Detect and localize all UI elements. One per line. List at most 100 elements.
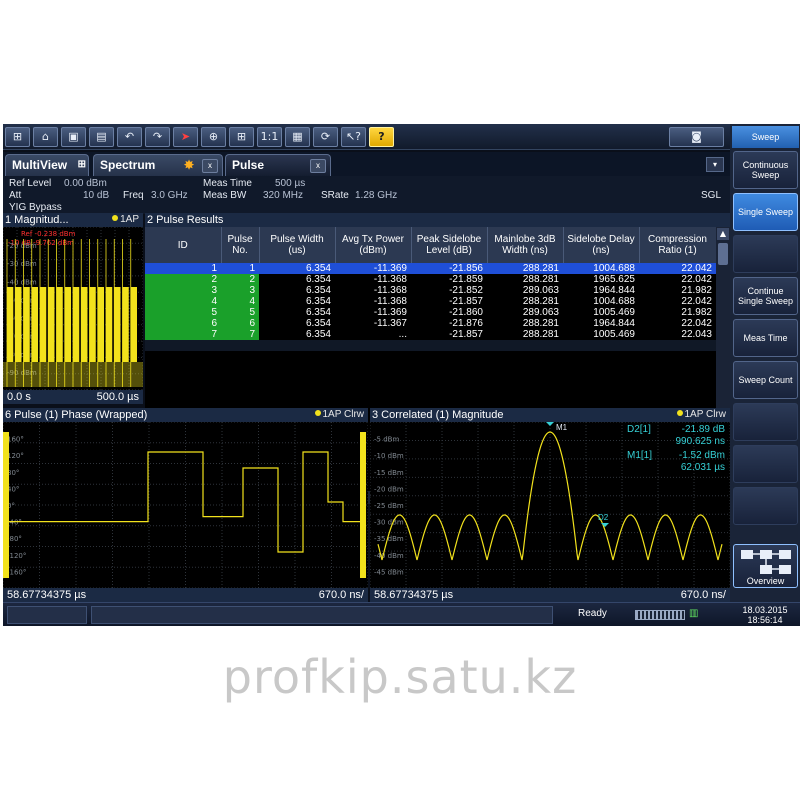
undo-icon[interactable]: ↶ xyxy=(117,127,142,147)
tab-spectrum-close-button[interactable]: x xyxy=(202,159,218,173)
pulse-burst xyxy=(56,287,63,362)
pane-correlated-title-text: 3 Correlated (1) Magnitude xyxy=(372,409,504,421)
softkey-sweep-count[interactable]: Sweep Count xyxy=(733,361,798,399)
table-cell: 1004.688 xyxy=(563,263,639,274)
tab-pulse-close-button[interactable]: x xyxy=(310,159,326,173)
table-cell: -11.369 xyxy=(335,263,411,274)
status-ready: Ready xyxy=(578,608,607,619)
softkey-continuous-sweep[interactable]: Continuous Sweep xyxy=(733,151,798,189)
tab-pulse-label: Pulse xyxy=(232,158,265,172)
save-icon[interactable]: ▣ xyxy=(61,127,86,147)
column-header[interactable]: Pulse No. xyxy=(221,227,260,263)
camera-icon[interactable]: ◙ xyxy=(669,127,724,147)
softkey-blank-2[interactable] xyxy=(733,403,798,441)
table-cell: 5 xyxy=(221,307,259,318)
print-icon[interactable]: ▤ xyxy=(89,127,114,147)
network-icon: ▥ xyxy=(689,608,699,619)
phase-x-end: 670.0 ns/ xyxy=(318,589,364,601)
pane-magnitude-title[interactable]: 1 Magnitud... 1AP xyxy=(3,213,143,227)
column-header[interactable]: Mainlobe 3dB Width (ns) xyxy=(487,227,564,263)
scroll-up-icon[interactable]: ▲ xyxy=(717,228,729,240)
table-cell: -21.859 xyxy=(449,274,483,285)
softkey-meas-time[interactable]: Meas Time xyxy=(733,319,798,357)
table-row[interactable]: 3 3 6.354 -11.368 -21.852 289.063 1964.844 21.9… xyxy=(145,285,716,296)
column-header[interactable]: Sidelobe Delay (ns) xyxy=(563,227,640,263)
display-icon[interactable]: ▦ xyxy=(285,127,310,147)
column-header[interactable]: Compression Ratio (1) xyxy=(639,227,717,263)
pulse-burst xyxy=(89,287,96,362)
table-cell: -21.857 xyxy=(449,296,483,307)
table-cell: 22.042 xyxy=(681,296,712,307)
table-cell: 6 xyxy=(145,318,221,329)
table-header-row: ID Pulse No. Pulse Width (us) Avg Tx Power … xyxy=(145,227,717,263)
magnitude-plot[interactable]: Ref -0.238 dBm -10 dB -9.762 dBm -20 dBm -3… xyxy=(3,227,143,390)
table-cell: 3 xyxy=(145,285,221,296)
zoom-1to1-icon[interactable]: 1:1 xyxy=(257,127,282,147)
pane-phase-title[interactable]: 6 Pulse (1) Phase (Wrapped) 1AP Clrw xyxy=(3,408,368,422)
table-row[interactable]: 7 7 6.354... -21.857 288.281 1005.469 22.043 xyxy=(145,329,716,340)
pane-magnitude-footer: 0.0 s 500.0 µs xyxy=(3,390,143,404)
softkey-blank-3[interactable] xyxy=(733,445,798,483)
table-row[interactable]: 4 4 6.354 -11.368 -21.857 288.281 1004.688 22.0… xyxy=(145,296,716,307)
table-row[interactable]: 5 5 6.354 -11.369 -21.860 289.063 1005.469 21.9… xyxy=(145,307,716,318)
zoom-icon[interactable]: ⊕ xyxy=(201,127,226,147)
pulse-results-table[interactable]: ID Pulse No. Pulse Width (us) Avg Tx Power … xyxy=(145,227,717,351)
table-cell: 288.281 xyxy=(522,329,559,340)
softkey-blank-1[interactable] xyxy=(733,235,798,273)
analyzer-screen: ⊞ ⌂ ▣ ▤ ↶ ↷ ➤ ⊕ ⊞ 1:1 ▦ ⟳ ↖? ? ◙ MultiVi… xyxy=(3,124,800,626)
table-row[interactable]: 2 2 6.354 -11.368 -21.859 288.281 1965.625 22.0… xyxy=(145,274,716,285)
table-cell: 288.281 xyxy=(487,263,563,274)
softkey-menu-title[interactable]: Sweep xyxy=(732,126,799,148)
att-label: Att xyxy=(9,190,22,201)
table-row[interactable]: 6 6 6.354 -11.367 -21.876 288.281 1964.844 22.0… xyxy=(145,318,716,329)
pane-correlated-title[interactable]: 3 Correlated (1) Magnitude 1AP Clrw xyxy=(370,408,730,422)
y-axis-tick-label: -20 dBm xyxy=(374,485,404,493)
trace-dot-icon xyxy=(112,215,119,221)
table-cell: 6.354 xyxy=(305,329,331,340)
pane-correlated-trace-label: 1AP Clrw xyxy=(676,408,726,422)
softkey-blank-4[interactable] xyxy=(733,487,798,525)
tab-multiview[interactable]: MultiView ⊞ xyxy=(5,154,89,176)
table-cell xyxy=(221,340,259,351)
context-help-icon[interactable]: ↖? xyxy=(341,127,366,147)
pulse-burst xyxy=(23,287,30,362)
y-axis-tick-label: -30 dBm xyxy=(374,519,404,527)
softkey-single-sweep[interactable]: Single Sweep xyxy=(733,193,798,231)
table-cell: -21.852 xyxy=(449,285,483,296)
table-row[interactable]: 1 1 6.354 -11.369 -21.856 288.281 1004.688 22.0… xyxy=(145,263,716,274)
sequencer-icon[interactable]: ⟳ xyxy=(313,127,338,147)
correlated-x-start: 58.67734375 µs xyxy=(374,589,454,601)
pane-correlated-footer: 58.67734375 µs 670.0 ns/ xyxy=(370,588,730,602)
open-icon[interactable]: ⌂ xyxy=(33,127,58,147)
zoom-multi-icon[interactable]: ⊞ xyxy=(229,127,254,147)
marker-m1-level: -1.52 dBm xyxy=(678,450,725,461)
table-cell: 4 xyxy=(145,296,221,307)
tab-dropdown-button[interactable]: ▾ xyxy=(706,157,724,172)
watermark-text: profkip.satu.kz xyxy=(222,650,578,704)
phase-edge-right xyxy=(360,432,366,578)
pointer-icon[interactable]: ➤ xyxy=(173,127,198,147)
table-cell: 7 xyxy=(221,329,259,340)
phase-plot[interactable]: 160° 120° 80° 40° 0° -40° -80° -120° -160° xyxy=(3,422,368,588)
tab-pulse[interactable]: Pulse x xyxy=(225,154,331,176)
table-cell: -21.856 xyxy=(411,263,487,274)
column-header[interactable]: Avg Tx Power (dBm) xyxy=(335,227,412,263)
softkey-panel: Sweep Continuous Sweep Single Sweep Cont… xyxy=(730,124,800,626)
redo-icon[interactable]: ↷ xyxy=(145,127,170,147)
scroll-thumb[interactable] xyxy=(718,243,728,265)
windows-icon[interactable]: ⊞ xyxy=(5,127,30,147)
table-cell: 1005.469 xyxy=(593,307,635,318)
pane-pulse-results-title[interactable]: 2 Pulse Results xyxy=(145,213,730,227)
pulse-burst xyxy=(130,287,137,362)
help-icon[interactable]: ? xyxy=(369,127,394,147)
overview-button[interactable]: Overview xyxy=(733,544,798,588)
column-header[interactable]: Peak Sidelobe Level (dB) xyxy=(411,227,488,263)
correlated-plot[interactable]: -5 dBm -10 dBm -15 dBm -20 dBm -25 dBm -30 dB… xyxy=(370,422,730,588)
softkey-continue-single-sweep[interactable]: Continue Single Sweep xyxy=(733,277,798,315)
tab-spectrum[interactable]: Spectrum ✸ x xyxy=(93,154,223,176)
meas-bw-value: 320 MHz xyxy=(263,190,304,201)
phase-plot-svg: 160°120°80°40°0°-40°-80°-120°-160° xyxy=(3,422,368,588)
column-header[interactable]: Pulse Width (us) xyxy=(259,227,336,263)
column-header[interactable]: ID xyxy=(145,227,222,263)
settings-bar[interactable]: Ref Level 0.00 dBm Att 10 dB Freq 3.0 GH… xyxy=(3,176,730,214)
